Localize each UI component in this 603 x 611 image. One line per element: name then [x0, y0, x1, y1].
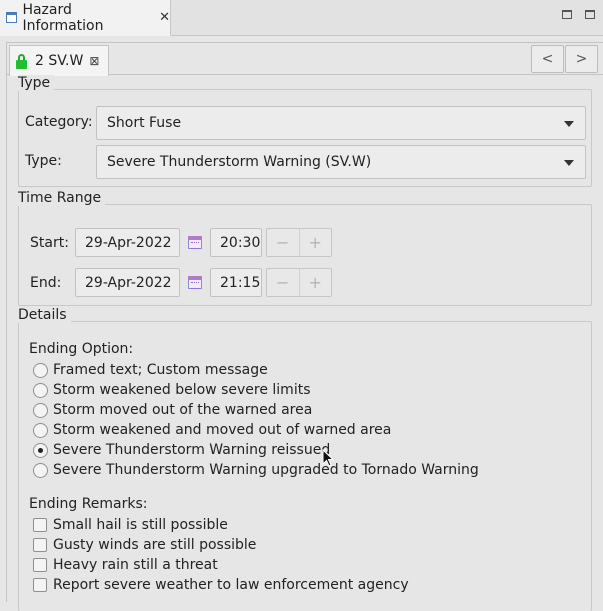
- type-combo[interactable]: Severe Thunderstorm Warning (SV.W): [96, 145, 586, 179]
- start-time-stepper: − +: [266, 228, 332, 257]
- start-time-increment-button[interactable]: +: [300, 229, 332, 256]
- type-group: Type Category: Short Fuse Type: Severe T…: [18, 75, 592, 187]
- ending-option-reissued[interactable]: Severe Thunderstorm Warning reissued: [33, 441, 330, 459]
- previous-tab-button[interactable]: <: [531, 45, 564, 73]
- view-tab-title: Hazard Information: [22, 1, 104, 34]
- radio-button[interactable]: [33, 422, 48, 438]
- remark-heavy-rain[interactable]: Heavy rain still a threat: [33, 556, 218, 574]
- end-time-stepper: − +: [266, 268, 332, 297]
- maximize-icon[interactable]: [585, 10, 595, 19]
- checkbox-label: Heavy rain still a threat: [53, 557, 218, 573]
- chevron-down-icon: [564, 160, 574, 166]
- ending-option-upgraded-tornado[interactable]: Severe Thunderstorm Warning upgraded to …: [33, 461, 479, 479]
- end-date-value: 29-Apr-2022: [85, 274, 172, 291]
- start-time-value: 20:30: [220, 234, 261, 251]
- type-group-title: Type: [18, 75, 55, 91]
- ending-option-weakened-moved-out[interactable]: Storm weakened and moved out of warned a…: [33, 421, 391, 439]
- ending-option-framed-text[interactable]: Framed text; Custom message: [33, 361, 268, 379]
- calendar-icon[interactable]: [188, 236, 202, 249]
- checkbox[interactable]: [33, 518, 47, 532]
- end-time-increment-button[interactable]: +: [300, 269, 332, 296]
- end-label: End:: [30, 275, 62, 291]
- tab-close-icon[interactable]: ⊠: [89, 54, 99, 68]
- window-icon: [6, 12, 18, 23]
- start-date-field[interactable]: 29-Apr-2022: [75, 228, 180, 257]
- type-value: Severe Thunderstorm Warning (SV.W): [107, 154, 372, 170]
- checkbox[interactable]: [33, 578, 47, 592]
- details-title: Details: [18, 307, 71, 323]
- start-date-value: 29-Apr-2022: [85, 234, 172, 251]
- radio-button[interactable]: [33, 462, 48, 478]
- radio-label: Severe Thunderstorm Warning upgraded to …: [53, 462, 479, 478]
- ending-remarks-label: Ending Remarks:: [29, 496, 148, 512]
- next-tab-button[interactable]: >: [565, 45, 598, 73]
- radio-label: Storm weakened below severe limits: [53, 382, 311, 398]
- radio-label: Framed text; Custom message: [53, 362, 268, 378]
- calendar-icon[interactable]: [188, 276, 202, 289]
- end-time-decrement-button[interactable]: −: [267, 269, 300, 296]
- lock-icon: [16, 53, 27, 69]
- radio-label: Storm moved out of the warned area: [53, 402, 313, 418]
- checkbox[interactable]: [33, 538, 47, 552]
- checkbox-label: Gusty winds are still possible: [53, 537, 257, 553]
- remark-report-severe-weather[interactable]: Report severe weather to law enforcement…: [33, 576, 409, 594]
- minimize-icon[interactable]: [562, 10, 572, 19]
- checkbox[interactable]: [33, 558, 47, 572]
- start-time-decrement-button[interactable]: −: [267, 229, 300, 256]
- radio-button[interactable]: [33, 362, 48, 378]
- hazard-tab-label: 2 SV.W: [35, 53, 84, 69]
- end-time-field[interactable]: 21:15: [210, 268, 262, 297]
- mouse-cursor-icon: [322, 449, 335, 467]
- end-time-value: 21:15: [220, 274, 261, 291]
- category-combo[interactable]: Short Fuse: [96, 106, 586, 140]
- radio-button-selected[interactable]: [33, 442, 48, 458]
- ending-option-weakened[interactable]: Storm weakened below severe limits: [33, 381, 311, 399]
- details-group: Details Ending Option: Framed text; Cust…: [18, 307, 592, 611]
- remark-gusty-winds[interactable]: Gusty winds are still possible: [33, 536, 256, 554]
- checkbox-label: Report severe weather to law enforcement…: [53, 577, 409, 593]
- start-time-field[interactable]: 20:30: [210, 228, 262, 257]
- tab-hazard-2-svw[interactable]: 2 SV.W ⊠: [9, 45, 109, 76]
- type-label: Type:: [25, 153, 62, 169]
- start-label: Start:: [30, 235, 69, 251]
- remark-small-hail[interactable]: Small hail is still possible: [33, 516, 228, 534]
- checkbox-label: Small hail is still possible: [53, 517, 228, 533]
- end-date-field[interactable]: 29-Apr-2022: [75, 268, 180, 297]
- view-tab-hazard-information[interactable]: Hazard Information ✕: [0, 0, 171, 36]
- radio-button[interactable]: [33, 402, 48, 418]
- view-tab-bar: Hazard Information ✕: [0, 0, 603, 36]
- category-label: Category:: [25, 114, 93, 130]
- radio-button[interactable]: [33, 382, 48, 398]
- time-range-group: Time Range Start: 29-Apr-2022 20:30 − + …: [18, 190, 592, 306]
- close-icon[interactable]: ✕: [159, 10, 170, 25]
- radio-label: Severe Thunderstorm Warning reissued: [53, 442, 331, 458]
- ending-option-label: Ending Option:: [29, 341, 134, 357]
- radio-label: Storm weakened and moved out of warned a…: [53, 422, 392, 438]
- category-value: Short Fuse: [107, 115, 182, 131]
- time-range-title: Time Range: [18, 190, 106, 206]
- chevron-down-icon: [564, 121, 574, 127]
- hazard-tab-bar: 2 SV.W ⊠ < >: [7, 43, 603, 76]
- ending-option-moved-out[interactable]: Storm moved out of the warned area: [33, 401, 312, 419]
